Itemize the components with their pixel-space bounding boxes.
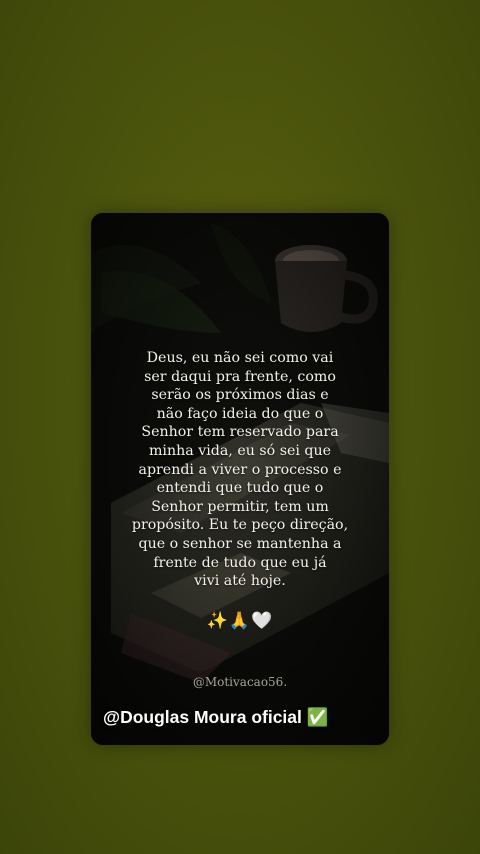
- quote-text: Deus, eu não sei como vai ser daqui pra …: [131, 350, 349, 590]
- emoji-row: ✨🙏🤍: [206, 611, 274, 631]
- story-card: Deus, eu não sei como vai ser daqui pra …: [91, 213, 389, 745]
- author-signature: @Douglas Moura oficial ✅: [103, 707, 329, 727]
- watermark-handle: @Motivacao56.: [192, 675, 288, 689]
